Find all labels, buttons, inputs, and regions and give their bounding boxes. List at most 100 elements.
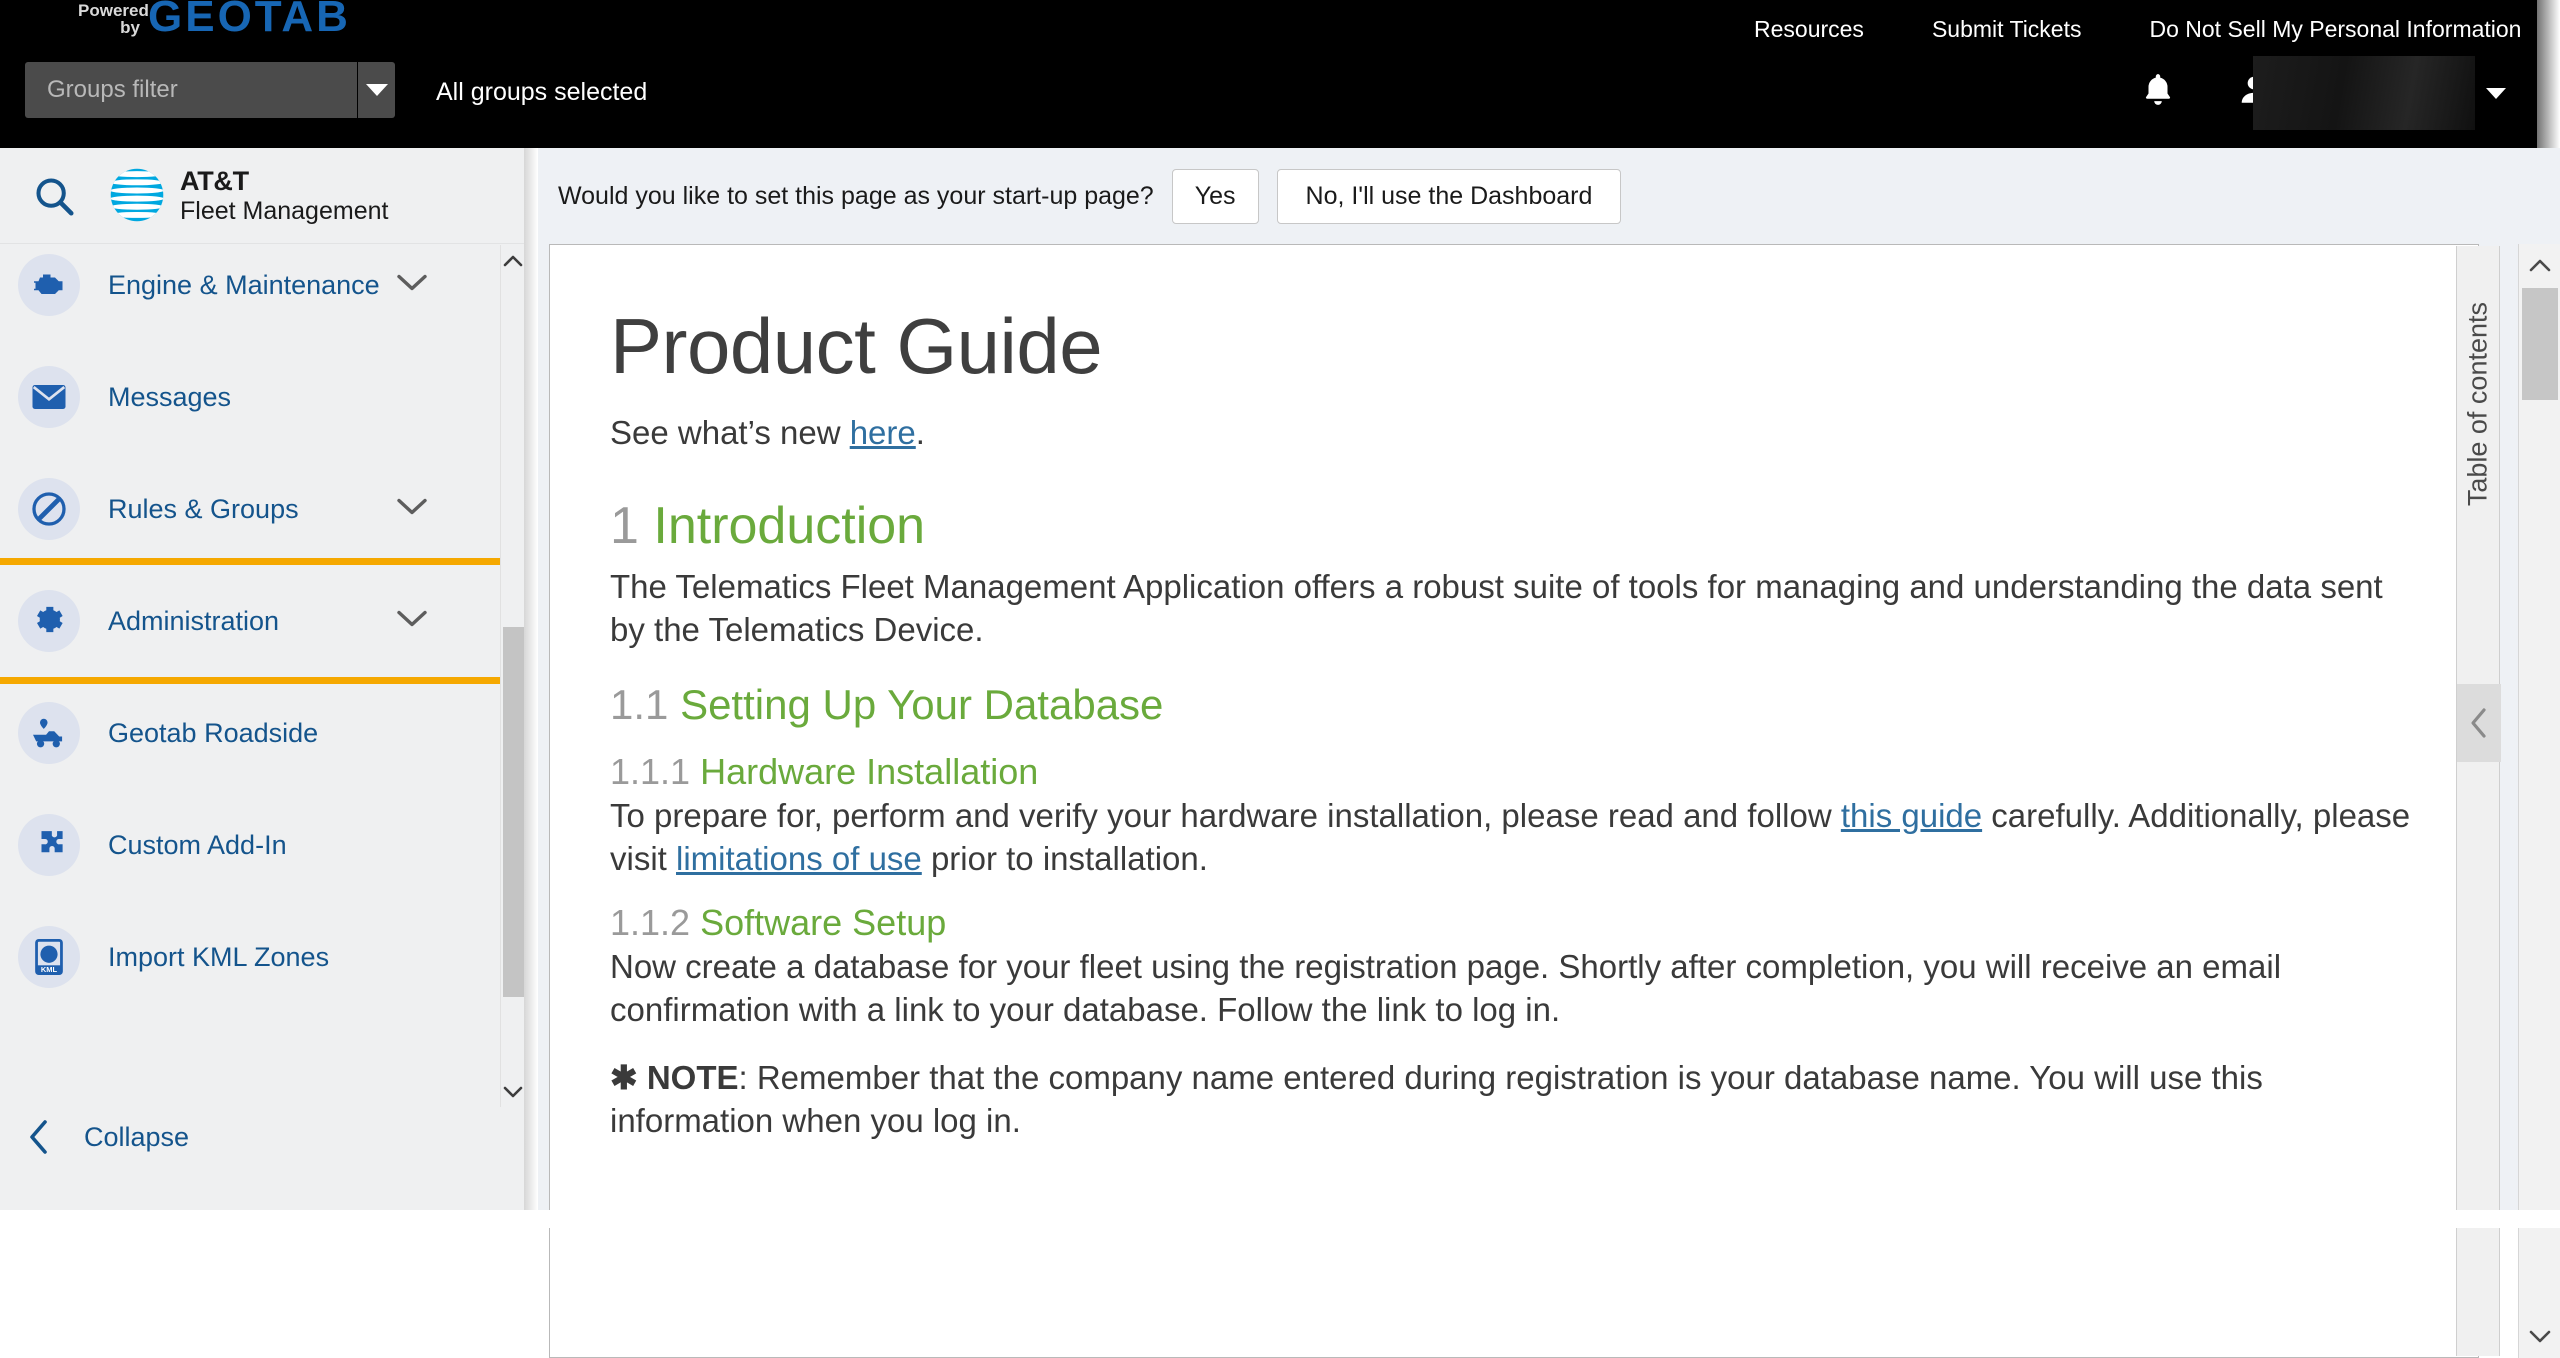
sidebar-scrollbar[interactable] [500,245,524,1107]
sidebar-item-label: Geotab Roadside [108,718,318,749]
startup-page-prompt: Would you like to set this page as your … [538,148,2560,244]
startup-prompt-question: Would you like to set this page as your … [558,182,1154,211]
kml-file-icon: KML [33,939,65,975]
hw-text-part3: prior to installation. [922,840,1208,877]
section-1-title: Introduction [653,497,925,555]
search-icon [31,173,77,219]
chevron-down-icon[interactable] [396,273,428,298]
top-link-do-not-sell[interactable]: Do Not Sell My Personal Information [2115,16,2555,43]
whats-new-suffix: . [916,414,925,451]
bell-icon [2139,69,2177,111]
top-link-resources[interactable]: Resources [1720,16,1898,43]
table-of-contents-rail[interactable]: Table of contents [2456,246,2500,1356]
puzzle-icon-wrap [18,814,80,876]
section-1-1-2-title: Software Setup [700,902,946,943]
note-block: ✱ NOTE: Remember that the company name e… [610,1057,2418,1142]
startup-no-button[interactable]: No, I'll use the Dashboard [1277,169,1622,224]
svg-text:KML: KML [41,965,58,974]
sidebar-item-geotab-roadside[interactable]: Geotab Roadside [0,677,500,789]
page-scrollbar[interactable] [2518,244,2560,1358]
engine-icon [31,270,67,300]
page-scroll-down-button[interactable] [2519,1316,2560,1358]
chevron-left-icon [2469,707,2489,739]
notifications-button[interactable] [2130,62,2186,118]
section-1-1-title: Setting Up Your Database [680,681,1163,728]
main-content-area: Would you like to set this page as your … [538,148,2560,1228]
powered-by-label: Powered by [78,2,140,36]
table-of-contents-label: Table of contents [2463,302,2494,506]
att-brand-line2: Fleet Management [180,197,388,225]
page-scroll-thumb[interactable] [2522,288,2558,400]
sidebar-item-custom-add-in[interactable]: Custom Add-In [0,789,500,901]
sidebar-item-rules-and-groups[interactable]: Rules & Groups [0,453,500,565]
gear-icon [31,603,67,639]
puzzle-icon [32,828,66,862]
gear-icon-wrap [18,590,80,652]
section-1-paragraph: The Telematics Fleet Management Applicat… [610,566,2418,651]
sidebar-header: AT&T Fleet Management [0,148,524,244]
sidebar-item-import-kml-zones[interactable]: KML Import KML Zones [0,901,500,1013]
top-link-submit-tickets[interactable]: Submit Tickets [1898,16,2116,43]
limitations-of-use-link[interactable]: limitations of use [676,840,922,877]
all-groups-selected-label: All groups selected [436,78,647,107]
page-scroll-up-button[interactable] [2519,244,2560,286]
roadside-truck-icon [30,717,68,749]
this-guide-link[interactable]: this guide [1841,797,1982,834]
section-1-1-2-number: 1.1.2 [610,902,690,943]
sidebar-item-label: Import KML Zones [108,942,329,973]
section-1-1-1-heading: 1.1.1 Hardware Installation [610,751,2418,793]
sidebar-scroll-down-button[interactable] [501,1077,525,1107]
groups-filter[interactable] [25,62,395,118]
att-brand: AT&T Fleet Management [108,166,388,224]
sidebar-scroll-thumb[interactable] [503,627,524,997]
chevron-down-icon[interactable] [396,609,428,634]
sidebar-item-administration[interactable]: Administration [0,565,500,677]
envelope-icon [31,383,67,411]
sidebar-search-button[interactable] [0,173,108,219]
header-right-shadow [2537,0,2560,152]
top-header-bar: Powered by GEOTAB All groups selected Re… [0,0,2537,148]
sidebar-item-label: Rules & Groups [108,494,299,525]
user-menu-chevron-down-icon[interactable] [2486,88,2506,99]
chevron-down-icon [366,84,388,96]
sidebar-collapse-label: Collapse [84,1122,189,1153]
chevron-left-icon [28,1119,50,1155]
note-symbol: ✱ [610,1059,638,1096]
att-globe-icon [108,166,166,224]
startup-yes-button[interactable]: Yes [1172,169,1259,224]
sidebar-item-engine-and-maintenance[interactable]: Engine & Maintenance [0,245,500,341]
sidebar-scroll-up-button[interactable] [501,245,525,275]
section-1-1-2-paragraph: Now create a database for your fleet usi… [610,946,2418,1031]
sidebar-item-label: Administration [108,606,279,637]
sidebar-item-messages[interactable]: Messages [0,341,500,453]
sidebar-item-label: Custom Add-In [108,830,287,861]
section-1-1-1-paragraph: To prepare for, perform and verify your … [610,795,2418,880]
toc-collapse-button[interactable] [2457,684,2501,762]
sidebar-collapse-button[interactable]: Collapse [0,1102,500,1172]
roadside-truck-icon-wrap [18,702,80,764]
product-guide-document: Product Guide See what’s new here. 1 Int… [549,244,2479,1358]
top-nav-links: Resources Submit Tickets Do Not Sell My … [1720,0,2555,58]
note-label: NOTE [647,1059,739,1096]
section-1-1-number: 1.1 [610,681,668,728]
kml-file-icon-wrap: KML [18,926,80,988]
rule-circle-icon-wrap [18,478,80,540]
note-text: : Remember that the company name entered… [610,1059,2263,1139]
whats-new-link[interactable]: here [850,414,916,451]
geotab-logo: GEOTAB [148,0,351,42]
envelope-icon-wrap [18,366,80,428]
sidebar-item-label: Messages [108,382,231,413]
sidebar-right-shadow [524,148,538,1228]
left-sidebar: AT&T Fleet Management AT&T Workforce Man… [0,148,524,1210]
chevron-down-icon[interactable] [396,497,428,522]
user-name-redacted [2253,56,2475,130]
section-1-1-2-heading: 1.1.2 Software Setup [610,902,2418,944]
att-brand-line1: AT&T [180,166,388,196]
groups-filter-input[interactable] [25,62,357,118]
groups-filter-dropdown-button[interactable] [357,62,395,118]
engine-icon-wrap [18,254,80,316]
section-1-1-1-title: Hardware Installation [700,751,1038,792]
hw-text-part1: To prepare for, perform and verify your … [610,797,1841,834]
rule-circle-icon [31,491,67,527]
section-1-heading: 1 Introduction [610,496,2418,556]
